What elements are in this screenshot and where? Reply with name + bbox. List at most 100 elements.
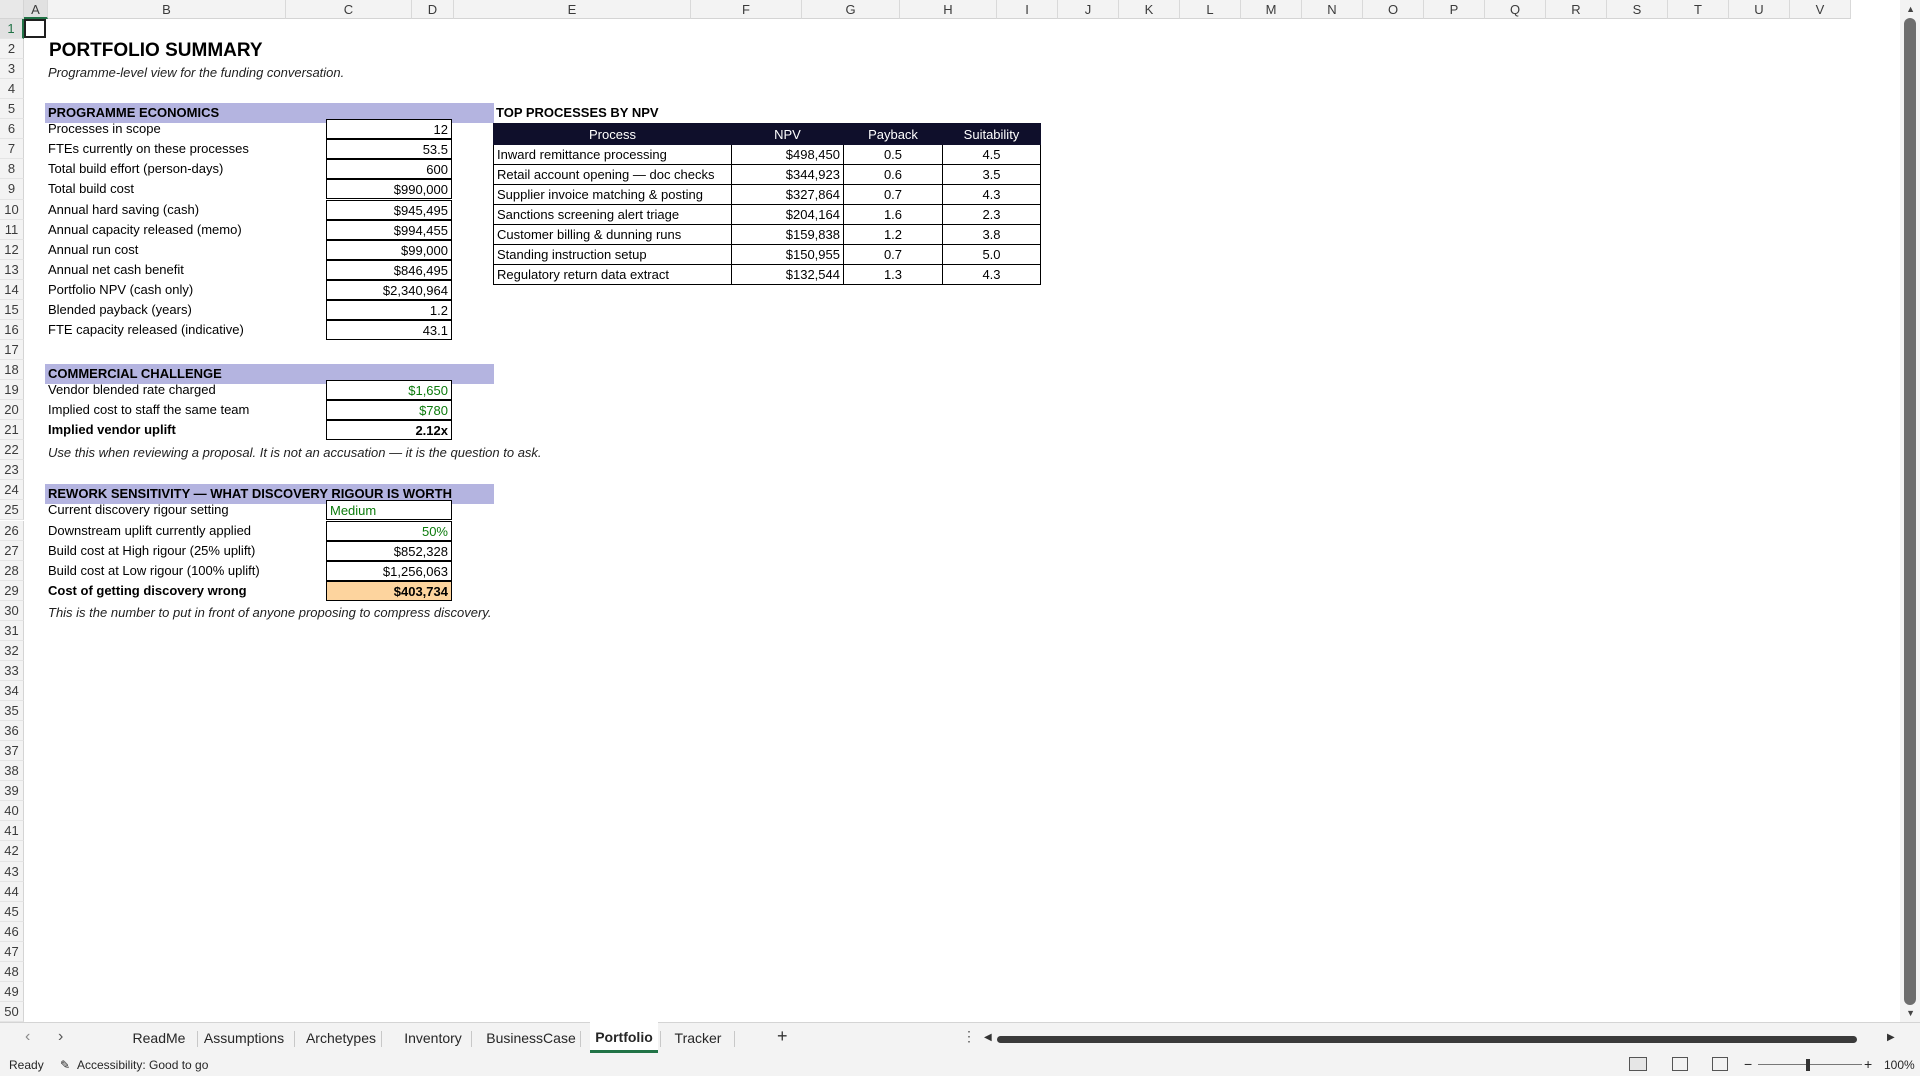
row-header[interactable]: 30 <box>0 600 24 621</box>
process-cell[interactable]: Regulatory return data extract <box>493 264 732 285</box>
scroll-up-icon[interactable]: ▲ <box>1906 4 1915 14</box>
scroll-left-icon[interactable]: ◀ <box>984 1032 992 1043</box>
sheet-title[interactable]: PORTFOLIO SUMMARY <box>49 40 263 62</box>
zoom-level[interactable]: 100% <box>1884 1058 1915 1072</box>
active-cell-a1[interactable] <box>24 19 46 38</box>
row-label[interactable]: Total build effort (person-days) <box>45 159 325 179</box>
column-header[interactable]: I <box>997 0 1058 19</box>
column-header[interactable]: E <box>454 0 691 19</box>
row-header[interactable]: 11 <box>0 219 24 240</box>
row-header[interactable]: 2 <box>0 39 24 60</box>
column-header[interactable]: A <box>24 0 48 19</box>
suitability-cell[interactable]: 4.3 <box>942 184 1041 205</box>
sheet-tab-businesscase[interactable]: BusinessCase <box>484 1023 578 1053</box>
col-header-process[interactable]: Process <box>493 123 732 145</box>
row-label[interactable]: Annual capacity released (memo) <box>45 220 325 240</box>
value-cell[interactable]: 1.2 <box>326 299 452 320</box>
value-cell[interactable]: $1,256,063 <box>326 560 452 581</box>
row-header[interactable]: 1 <box>0 19 24 40</box>
row-label[interactable]: Annual run cost <box>45 240 325 260</box>
value-cell[interactable]: $846,495 <box>326 259 452 280</box>
zoom-in-icon[interactable]: + <box>1864 1056 1872 1072</box>
value-cell[interactable]: $994,455 <box>326 219 452 240</box>
row-header[interactable]: 35 <box>0 701 24 722</box>
row-header[interactable]: 41 <box>0 821 24 842</box>
row-header[interactable]: 40 <box>0 801 24 822</box>
column-header[interactable]: O <box>1363 0 1424 19</box>
row-header[interactable]: 14 <box>0 279 24 300</box>
suitability-cell[interactable]: 5.0 <box>942 244 1041 265</box>
npv-cell[interactable]: $204,164 <box>731 204 844 225</box>
suitability-cell[interactable]: 2.3 <box>942 204 1041 225</box>
row-header[interactable]: 46 <box>0 921 24 942</box>
value-cell[interactable]: $99,000 <box>326 239 452 260</box>
value-cell[interactable]: 50% <box>326 520 452 541</box>
value-cell[interactable]: $1,650 <box>326 380 452 401</box>
row-label[interactable]: Processes in scope <box>45 119 325 139</box>
col-header-npv[interactable]: NPV <box>731 123 844 145</box>
value-cell[interactable]: 43.1 <box>326 319 452 340</box>
row-header[interactable]: 22 <box>0 440 24 461</box>
row-header[interactable]: 28 <box>0 560 24 581</box>
spreadsheet-grid[interactable]: ABCDEFGHIJKLMNOPQRSTUV 1 2 3 4 5 6 7 8 9 10 11 12 13… <box>0 0 1920 1022</box>
row-header[interactable]: 20 <box>0 400 24 421</box>
page-break-view-icon[interactable] <box>1712 1057 1728 1071</box>
row-header[interactable]: 44 <box>0 881 24 902</box>
row-header[interactable]: 48 <box>0 961 24 982</box>
sheet-tab-assumptions[interactable]: Assumptions <box>196 1023 292 1053</box>
row-header[interactable]: 50 <box>0 1001 24 1022</box>
row-label[interactable]: Portfolio NPV (cash only) <box>45 280 325 300</box>
row-header[interactable]: 25 <box>0 500 24 521</box>
row-header[interactable]: 24 <box>0 480 24 501</box>
column-header[interactable]: T <box>1668 0 1729 19</box>
process-cell[interactable]: Customer billing & dunning runs <box>493 224 732 245</box>
row-label[interactable]: Annual net cash benefit <box>45 260 325 280</box>
value-cell[interactable]: $852,328 <box>326 540 452 561</box>
row-header[interactable]: 39 <box>0 781 24 802</box>
row-label[interactable]: Cost of getting discovery wrong <box>45 581 325 601</box>
column-header[interactable]: K <box>1119 0 1180 19</box>
row-header[interactable]: 4 <box>0 79 24 100</box>
suitability-cell[interactable]: 4.3 <box>942 264 1041 285</box>
value-cell[interactable]: 600 <box>326 159 452 180</box>
zoom-slider[interactable] <box>1758 1064 1862 1065</box>
row-label[interactable]: Annual hard saving (cash) <box>45 200 325 220</box>
column-header[interactable]: N <box>1302 0 1363 19</box>
next-sheet-icon[interactable]: › <box>58 1028 63 1046</box>
suitability-cell[interactable]: 4.5 <box>942 144 1041 165</box>
row-header[interactable]: 32 <box>0 640 24 661</box>
top-processes-title[interactable]: TOP PROCESSES BY NPV <box>496 105 659 120</box>
row-header[interactable]: 42 <box>0 841 24 862</box>
value-cell[interactable]: 2.12x <box>326 420 452 441</box>
payback-cell[interactable]: 0.7 <box>843 184 943 205</box>
select-all-corner[interactable] <box>0 0 24 19</box>
scroll-down-icon[interactable]: ▼ <box>1906 1008 1915 1018</box>
row-header[interactable]: 31 <box>0 620 24 641</box>
row-header[interactable]: 33 <box>0 660 24 681</box>
row-header[interactable]: 37 <box>0 741 24 762</box>
row-header[interactable]: 26 <box>0 520 24 541</box>
row-label[interactable]: Vendor blended rate charged <box>45 380 325 400</box>
more-options-icon[interactable]: ⋮ <box>962 1028 976 1045</box>
row-label[interactable]: Implied vendor uplift <box>45 420 325 440</box>
column-header[interactable]: G <box>802 0 900 19</box>
column-header[interactable]: C <box>286 0 412 19</box>
npv-cell[interactable]: $498,450 <box>731 144 844 165</box>
payback-cell[interactable]: 0.6 <box>843 164 943 185</box>
normal-view-icon[interactable] <box>1629 1057 1647 1071</box>
column-header[interactable]: Q <box>1485 0 1546 19</box>
row-header[interactable]: 49 <box>0 981 24 1002</box>
row-label[interactable]: Build cost at High rigour (25% uplift) <box>45 541 325 561</box>
npv-cell[interactable]: $344,923 <box>731 164 844 185</box>
process-cell[interactable]: Supplier invoice matching & posting <box>493 184 732 205</box>
add-sheet-icon[interactable]: + <box>777 1026 788 1047</box>
payback-cell[interactable]: 0.5 <box>843 144 943 165</box>
payback-cell[interactable]: 0.7 <box>843 244 943 265</box>
value-cell[interactable]: $990,000 <box>326 179 452 200</box>
sheet-tab-portfolio[interactable]: Portfolio <box>590 1022 658 1053</box>
row-header[interactable]: 13 <box>0 259 24 280</box>
suitability-cell[interactable]: 3.5 <box>942 164 1041 185</box>
value-cell[interactable]: 53.5 <box>326 139 452 160</box>
row-header[interactable]: 23 <box>0 460 24 481</box>
process-cell[interactable]: Retail account opening — doc checks <box>493 164 732 185</box>
